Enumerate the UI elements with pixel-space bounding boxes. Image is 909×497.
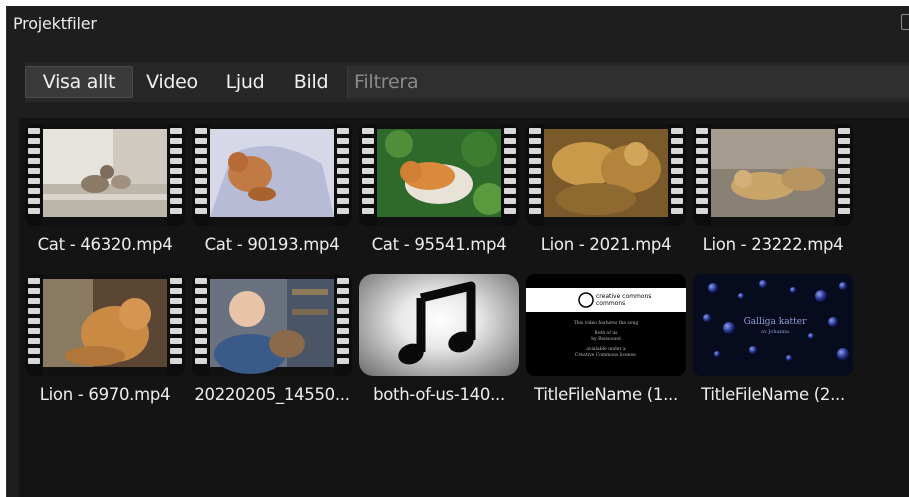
file-item[interactable]: Cat - 95541.mp4	[359, 124, 519, 274]
video-thumbnail	[526, 124, 686, 226]
file-item[interactable]: Lion - 6970.mp4	[25, 274, 185, 424]
file-item[interactable]: Galliga katter av Johanna TitleFileName …	[693, 274, 853, 424]
file-name: Cat - 95541.mp4	[371, 235, 507, 254]
file-name: 20220205_14550...	[194, 385, 350, 404]
svg-text:creative commons: creative commons	[596, 293, 651, 300]
file-item[interactable]: creative commons commons This video feat…	[526, 274, 686, 424]
svg-text:Galliga katter: Galliga katter	[744, 317, 808, 327]
music-note-icon	[398, 281, 476, 365]
dock-float-icon[interactable]	[901, 14, 909, 30]
filter-bar: Visa allt Video Ljud Bild Filtrera	[25, 62, 909, 102]
file-item[interactable]: Lion - 2021.mp4	[526, 124, 686, 274]
filter-input[interactable]: Filtrera	[347, 66, 909, 98]
file-name: TitleFileName (1...	[534, 385, 678, 404]
svg-text:by Bensound: by Bensound	[591, 336, 621, 342]
file-name: TitleFileName (2...	[701, 385, 845, 404]
panel-title: Projektfiler	[13, 14, 97, 33]
svg-text:Both of us: Both of us	[594, 330, 618, 336]
svg-text:Creative Commons license.: Creative Commons license.	[575, 352, 638, 358]
file-item[interactable]: 20220205_14550...	[192, 274, 352, 424]
file-item[interactable]: Cat - 46320.mp4	[25, 124, 185, 274]
video-thumbnail	[693, 124, 853, 226]
project-files-panel: Projektfiler Visa allt Video Ljud Bild F…	[6, 6, 909, 497]
svg-text:This video features the song: This video features the song	[574, 320, 639, 326]
file-name: Lion - 23222.mp4	[702, 235, 844, 254]
file-name: Cat - 46320.mp4	[37, 235, 173, 254]
title-thumbnail: Galliga katter av Johanna	[693, 274, 853, 376]
title-thumbnail: creative commons commons This video feat…	[526, 274, 686, 376]
file-name: Lion - 2021.mp4	[540, 235, 672, 254]
file-name: both-of-us-140...	[373, 385, 505, 404]
file-name: Cat - 90193.mp4	[204, 235, 340, 254]
tab-ljud[interactable]: Ljud	[219, 66, 271, 98]
video-thumbnail	[192, 274, 352, 376]
file-item[interactable]: both-of-us-140...	[359, 274, 519, 424]
tab-visa-allt[interactable]: Visa allt	[25, 66, 133, 98]
svg-text:av Johanna: av Johanna	[761, 329, 789, 335]
video-thumbnail	[25, 124, 185, 226]
svg-text:available under a: available under a	[586, 346, 626, 352]
video-thumbnail	[25, 274, 185, 376]
file-item[interactable]: Cat - 90193.mp4	[192, 124, 352, 274]
audio-thumbnail	[359, 274, 519, 376]
file-item[interactable]: Lion - 23222.mp4	[693, 124, 853, 274]
svg-text:commons: commons	[596, 300, 625, 307]
tab-video[interactable]: Video	[139, 66, 205, 98]
file-grid: Cat - 46320.mp4 Cat - 90193.mp4 Cat - 95…	[19, 118, 909, 497]
file-name: Lion - 6970.mp4	[39, 385, 171, 404]
video-thumbnail	[192, 124, 352, 226]
tab-bild[interactable]: Bild	[287, 66, 335, 98]
filter-placeholder: Filtrera	[354, 71, 419, 93]
video-thumbnail	[359, 124, 519, 226]
